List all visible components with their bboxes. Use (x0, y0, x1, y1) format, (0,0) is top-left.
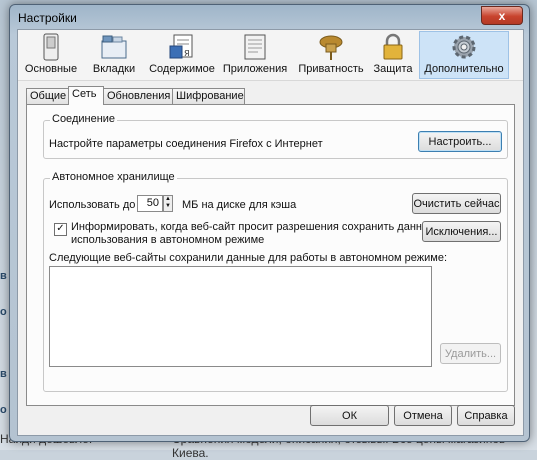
toolbar-item-label: Вкладки (92, 63, 136, 75)
lock-icon (381, 32, 405, 62)
preferences-toolbar: Основные Вкладки Я Содержимое Приложения (18, 30, 523, 81)
dialog-client-area: Основные Вкладки Я Содержимое Приложения (17, 29, 524, 436)
toolbar-item-security[interactable]: Защита (370, 32, 416, 78)
exceptions-button[interactable]: Исключения... (422, 221, 501, 242)
switch-icon (40, 32, 62, 62)
applications-icon (241, 32, 269, 62)
cancel-button[interactable]: Отмена (394, 405, 452, 426)
toolbar-item-privacy[interactable]: Приватность (295, 32, 367, 78)
notify-label-line2: использования в автономном режиме (71, 234, 265, 246)
toolbar-item-label: Приватность (298, 63, 364, 75)
offline-storage-group: Автономное хранилище Использовать до 50 … (43, 171, 508, 392)
cache-size-input[interactable]: 50 (137, 195, 163, 212)
cache-unit-label: МБ на диске для кэша (182, 199, 297, 211)
chevron-up-icon: ▲ (165, 196, 171, 202)
network-tab-panel: Соединение Настройте параметры соединени… (26, 104, 515, 406)
close-button[interactable]: x (481, 6, 523, 25)
tab-updates[interactable]: Обновления (103, 88, 178, 104)
offline-sites-label: Следующие веб-сайты сохранили данные для… (49, 252, 448, 264)
connection-description: Настройте параметры соединения Firefox с… (49, 138, 323, 150)
toolbar-item-main[interactable]: Основные (23, 32, 79, 78)
toolbar-item-label: Приложения (222, 63, 288, 75)
settings-window: Настройки x Основные Вкладки Я Содержимо… (9, 4, 530, 442)
toolbar-item-label: Содержимое (149, 63, 215, 75)
chevron-down-icon: ▼ (165, 203, 171, 209)
toolbar-item-content[interactable]: Я Содержимое (147, 32, 217, 78)
offline-sites-list[interactable] (49, 266, 432, 367)
tab-general[interactable]: Общие (26, 88, 71, 104)
toolbar-item-label: Защита (373, 63, 413, 75)
gear-icon (450, 32, 478, 62)
svg-text:Я: Я (184, 49, 190, 58)
toolbar-item-applications[interactable]: Приложения (220, 32, 290, 78)
toolbar-item-tabs[interactable]: Вкладки (88, 32, 140, 78)
tabs-icon (100, 32, 128, 62)
close-icon: x (498, 8, 506, 23)
tab-network[interactable]: Сеть (68, 86, 104, 105)
privacy-mask-icon (316, 32, 346, 62)
connection-group: Соединение Настройте параметры соединени… (43, 113, 508, 159)
offline-storage-group-title: Автономное хранилище (50, 171, 177, 183)
notify-checkbox[interactable]: ✓ (54, 223, 67, 236)
checkmark-icon: ✓ (56, 223, 65, 234)
remove-button[interactable]: Удалить... (440, 343, 501, 364)
cache-size-stepper[interactable]: ▲ ▼ (163, 195, 173, 212)
notify-label-line1: Информировать, когда веб-сайт просит раз… (71, 221, 458, 233)
toolbar-item-label: Дополнительно (424, 63, 504, 75)
toolbar-item-label: Основные (24, 63, 78, 75)
toolbar-item-advanced[interactable]: Дополнительно (419, 31, 509, 79)
clear-now-button[interactable]: Очистить сейчас (412, 193, 501, 214)
connection-group-title: Соединение (50, 113, 118, 125)
window-title: Настройки (18, 11, 77, 25)
ok-button[interactable]: ОК (310, 405, 389, 426)
use-up-to-label: Использовать до (49, 199, 136, 211)
configure-button[interactable]: Настроить... (418, 131, 502, 152)
tab-encryption[interactable]: Шифрование (172, 88, 245, 104)
content-icon: Я (168, 32, 196, 62)
help-button[interactable]: Справка (457, 405, 515, 426)
